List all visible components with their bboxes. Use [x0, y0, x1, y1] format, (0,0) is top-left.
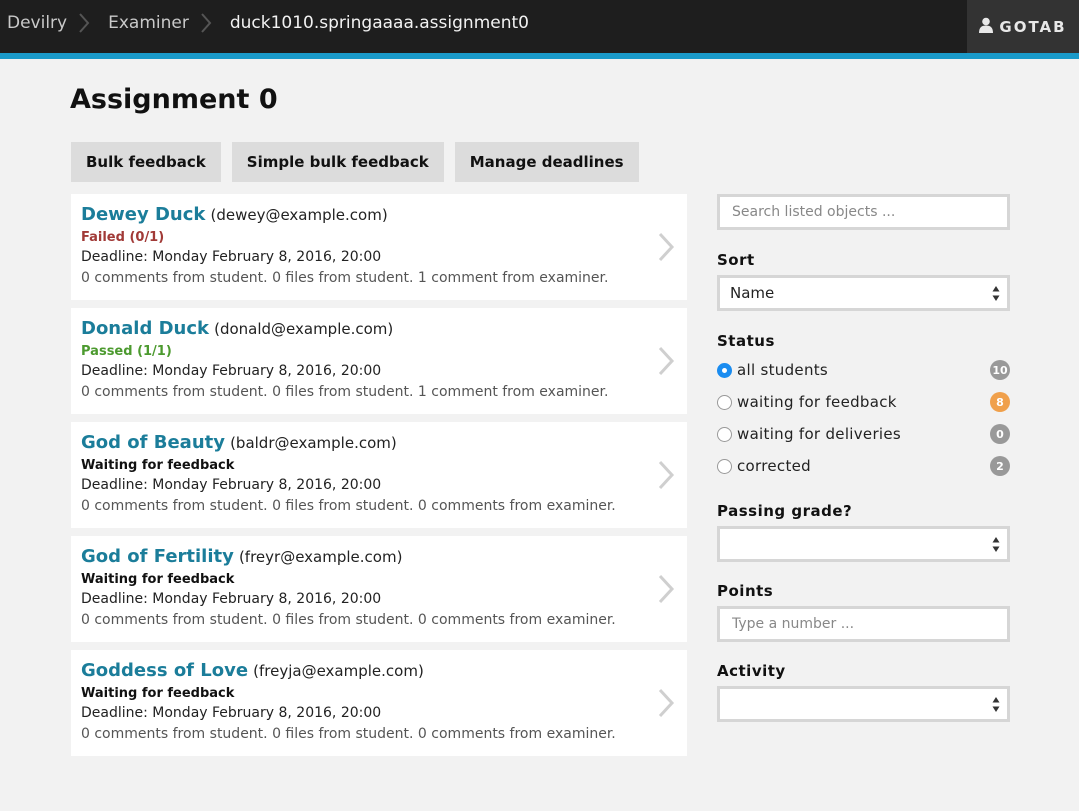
- status-option-waiting-for-feedback[interactable]: waiting for feedback 8: [717, 386, 1010, 418]
- navbar-accent-stripe: [0, 53, 1079, 59]
- count-badge: 2: [990, 456, 1010, 476]
- manage-deadlines-button[interactable]: Manage deadlines: [454, 142, 639, 182]
- status-option-waiting-for-deliveries[interactable]: waiting for deliveries 0: [717, 418, 1010, 450]
- deadline-text: Deadline: Monday February 8, 2016, 20:00: [81, 363, 382, 379]
- student-card[interactable]: Donald Duck (donald@example.com) Passed …: [71, 308, 687, 414]
- student-card[interactable]: Goddess of Love (freyja@example.com) Wai…: [71, 650, 687, 756]
- radio-all-students[interactable]: [717, 362, 732, 378]
- comments-summary: 0 comments from student. 0 files from st…: [81, 498, 616, 514]
- count-badge: 0: [990, 424, 1010, 444]
- chevron-right-icon: [658, 574, 675, 604]
- user-label: GOTAB: [999, 17, 1067, 36]
- student-name: Donald Duck: [81, 318, 209, 339]
- status-option-label: corrected: [737, 457, 811, 475]
- status-label: Status: [717, 332, 775, 350]
- status-option-label: waiting for deliveries: [737, 425, 902, 443]
- student-email: (dewey@example.com): [210, 206, 388, 224]
- student-email: (baldr@example.com): [230, 434, 397, 452]
- student-name: Goddess of Love: [81, 660, 249, 681]
- select-arrows-icon: [992, 286, 1000, 301]
- student-card[interactable]: Dewey Duck (dewey@example.com) Failed (0…: [71, 194, 687, 300]
- grade-status: Waiting for feedback: [81, 686, 235, 701]
- grade-status: Passed (1/1): [81, 344, 172, 359]
- radio-waiting-for-deliveries[interactable]: [717, 426, 732, 442]
- deadline-text: Deadline: Monday February 8, 2016, 20:00: [81, 477, 382, 493]
- status-option-label: waiting for feedback: [737, 393, 897, 411]
- simple-bulk-feedback-button[interactable]: Simple bulk feedback: [231, 142, 444, 182]
- count-badge: 10: [990, 360, 1010, 380]
- points-input[interactable]: [717, 606, 1010, 642]
- select-arrows-icon: [992, 697, 1000, 712]
- sort-select-value: Name: [730, 284, 775, 302]
- deadline-text: Deadline: Monday February 8, 2016, 20:00: [81, 591, 382, 607]
- breadcrumb-separator-icon: [189, 0, 223, 46]
- comments-summary: 0 comments from student. 0 files from st…: [81, 612, 616, 628]
- action-toolbar: Bulk feedback Simple bulk feedback Manag…: [71, 142, 639, 182]
- student-email: (donald@example.com): [214, 320, 394, 338]
- grade-status: Failed (0/1): [81, 230, 165, 245]
- student-name: God of Beauty: [81, 432, 225, 453]
- passing-grade-select[interactable]: [717, 526, 1010, 562]
- user-menu-button[interactable]: GOTAB: [967, 0, 1079, 53]
- comments-summary: 0 comments from student. 0 files from st…: [81, 384, 609, 400]
- status-option-corrected[interactable]: corrected 2: [717, 450, 1010, 482]
- student-card[interactable]: God of Beauty (baldr@example.com) Waitin…: [71, 422, 687, 528]
- activity-select[interactable]: [717, 686, 1010, 722]
- page-title: Assignment 0: [70, 84, 278, 115]
- radio-corrected[interactable]: [717, 458, 732, 474]
- student-card[interactable]: God of Fertility (freyr@example.com) Wai…: [71, 536, 687, 642]
- student-email: (freyja@example.com): [253, 662, 424, 680]
- status-option-label: all students: [737, 361, 829, 379]
- filter-sidebar: Sort Name Status all students 10 waiting…: [717, 194, 1010, 722]
- breadcrumb-assignment[interactable]: duck1010.springaaaa.assignment0: [223, 13, 529, 33]
- select-arrows-icon: [992, 537, 1000, 552]
- points-label: Points: [717, 582, 774, 600]
- grade-status: Waiting for feedback: [81, 572, 235, 587]
- deadline-text: Deadline: Monday February 8, 2016, 20:00: [81, 249, 382, 265]
- search-input[interactable]: [717, 194, 1010, 230]
- user-icon: [979, 17, 994, 37]
- chevron-right-icon: [658, 232, 675, 262]
- comments-summary: 0 comments from student. 0 files from st…: [81, 270, 609, 286]
- chevron-right-icon: [658, 460, 675, 490]
- chevron-right-icon: [658, 346, 675, 376]
- comments-summary: 0 comments from student. 0 files from st…: [81, 726, 616, 742]
- student-email: (freyr@example.com): [238, 548, 403, 566]
- sort-label: Sort: [717, 251, 755, 269]
- student-name: God of Fertility: [81, 546, 234, 567]
- radio-waiting-for-feedback[interactable]: [717, 394, 732, 410]
- passing-grade-label: Passing grade?: [717, 502, 853, 520]
- breadcrumb: Devilry Examiner duck1010.springaaaa.ass…: [0, 0, 529, 46]
- grade-status: Waiting for feedback: [81, 458, 235, 473]
- activity-label: Activity: [717, 662, 786, 680]
- breadcrumb-examiner[interactable]: Examiner: [101, 13, 189, 33]
- bulk-feedback-button[interactable]: Bulk feedback: [71, 142, 221, 182]
- student-name: Dewey Duck: [81, 204, 206, 225]
- deadline-text: Deadline: Monday February 8, 2016, 20:00: [81, 705, 382, 721]
- breadcrumb-separator-icon: [67, 0, 101, 46]
- status-option-all-students[interactable]: all students 10: [717, 354, 1010, 386]
- sort-select[interactable]: Name: [717, 275, 1010, 311]
- chevron-right-icon: [658, 688, 675, 718]
- count-badge: 8: [990, 392, 1010, 412]
- student-list: Dewey Duck (dewey@example.com) Failed (0…: [71, 194, 687, 764]
- breadcrumb-devilry[interactable]: Devilry: [0, 13, 67, 33]
